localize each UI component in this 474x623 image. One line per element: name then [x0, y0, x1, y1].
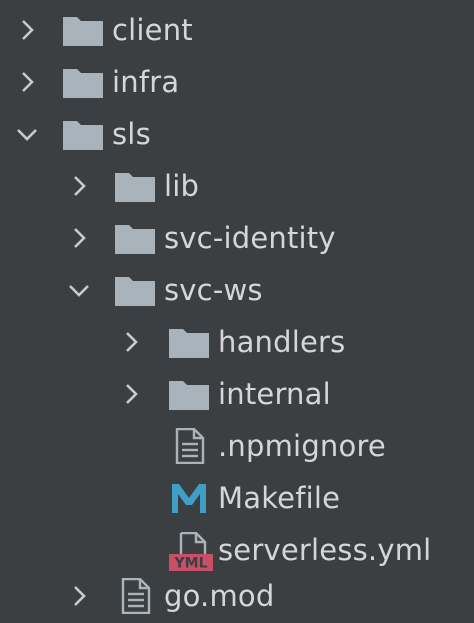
tree-item-handlers[interactable]: handlers [0, 316, 474, 368]
tree-item-client[interactable]: client [0, 4, 474, 56]
tree-item-go-mod[interactable]: go.mod [0, 570, 474, 622]
chevron-right-icon[interactable] [66, 173, 92, 199]
tree-item-label: sls [112, 117, 151, 151]
tree-item-label: go.mod [164, 579, 275, 613]
tree-item-label: Makefile [218, 481, 341, 515]
tree-item-label: .npmignore [218, 429, 386, 463]
tree-item-label: serverless.yml [218, 533, 432, 567]
tree-item-makefile[interactable]: Makefile [0, 472, 474, 524]
chevron-down-icon[interactable] [66, 277, 92, 303]
folder-icon [62, 12, 104, 48]
tree-item-label: svc-ws [164, 273, 263, 307]
text-file-icon [168, 428, 210, 464]
tree-item-label: client [112, 13, 193, 47]
makefile-icon [168, 480, 210, 516]
tree-item-label: internal [218, 377, 331, 411]
chevron-right-icon[interactable] [66, 225, 92, 251]
yaml-file-icon: YML [168, 532, 213, 572]
folder-icon [114, 272, 156, 308]
chevron-right-icon[interactable] [118, 381, 144, 407]
folder-icon [168, 376, 210, 412]
project-tree: client infra sls lib svc-identity svc-ws… [0, 0, 474, 623]
chevron-down-icon[interactable] [14, 121, 40, 147]
tree-item-sls[interactable]: sls [0, 108, 474, 160]
tree-item-infra[interactable]: infra [0, 56, 474, 108]
tree-item-label: handlers [218, 325, 346, 359]
text-file-icon [114, 578, 156, 614]
tree-item-label: infra [112, 65, 180, 99]
folder-icon [62, 64, 104, 100]
folder-icon [114, 168, 156, 204]
chevron-right-icon[interactable] [118, 329, 144, 355]
tree-item-label: lib [164, 169, 200, 203]
folder-icon [168, 324, 210, 360]
tree-item-npmignore[interactable]: .npmignore [0, 420, 474, 472]
folder-icon [114, 220, 156, 256]
tree-item-lib[interactable]: lib [0, 160, 474, 212]
chevron-right-icon[interactable] [14, 17, 40, 43]
tree-item-label: svc-identity [164, 221, 336, 255]
tree-item-serverless-yml[interactable]: YML serverless.yml [0, 524, 474, 576]
chevron-right-icon[interactable] [14, 69, 40, 95]
chevron-right-icon[interactable] [66, 583, 92, 609]
tree-item-internal[interactable]: internal [0, 368, 474, 420]
folder-icon [62, 116, 104, 152]
tree-item-svc-ws[interactable]: svc-ws [0, 264, 474, 316]
tree-item-svc-identity[interactable]: svc-identity [0, 212, 474, 264]
